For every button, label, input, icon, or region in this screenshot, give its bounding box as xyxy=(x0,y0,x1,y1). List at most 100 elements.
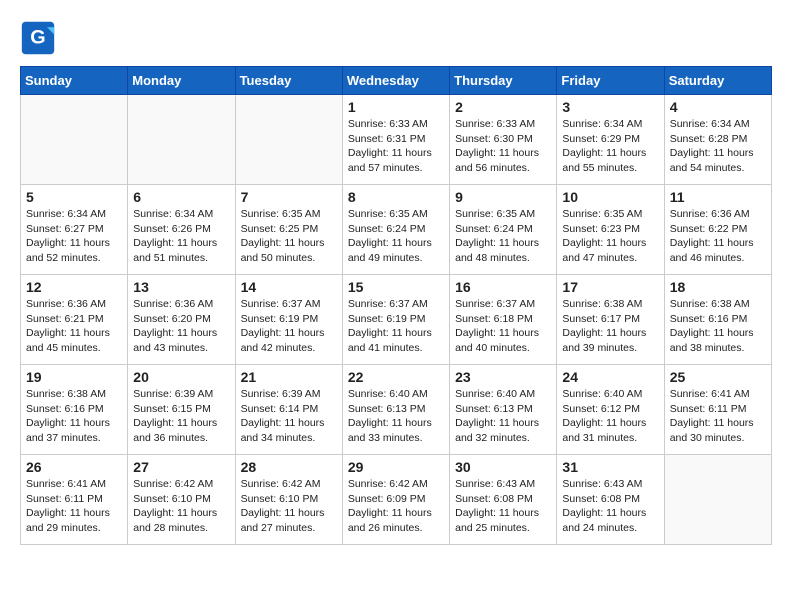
calendar-cell xyxy=(235,95,342,185)
day-number: 31 xyxy=(562,459,658,475)
cell-info: Sunrise: 6:38 AMSunset: 6:16 PMDaylight:… xyxy=(26,387,122,446)
cell-info: Sunrise: 6:40 AMSunset: 6:13 PMDaylight:… xyxy=(348,387,444,446)
calendar-week-5: 26 Sunrise: 6:41 AMSunset: 6:11 PMDayligh… xyxy=(21,455,772,545)
calendar-cell: 20 Sunrise: 6:39 AMSunset: 6:15 PMDayligh… xyxy=(128,365,235,455)
day-header-monday: Monday xyxy=(128,67,235,95)
calendar-cell: 8Sunrise: 6:35 AMSunset: 6:24 PMDaylight… xyxy=(342,185,449,275)
calendar-cell: 9Sunrise: 6:35 AMSunset: 6:24 PMDaylight… xyxy=(450,185,557,275)
day-number: 5 xyxy=(26,189,122,205)
logo: G xyxy=(20,20,60,56)
svg-text:G: G xyxy=(30,26,45,48)
day-number: 26 xyxy=(26,459,122,475)
day-number: 27 xyxy=(133,459,229,475)
cell-info: Sunrise: 6:43 AMSunset: 6:08 PMDaylight:… xyxy=(455,477,551,536)
calendar-cell xyxy=(664,455,771,545)
cell-info: Sunrise: 6:37 AMSunset: 6:18 PMDaylight:… xyxy=(455,297,551,356)
day-header-thursday: Thursday xyxy=(450,67,557,95)
calendar-cell: 21Sunrise: 6:39 AMSunset: 6:14 PMDayligh… xyxy=(235,365,342,455)
cell-info: Sunrise: 6:33 AMSunset: 6:30 PMDaylight:… xyxy=(455,117,551,176)
cell-info: Sunrise: 6:34 AMSunset: 6:26 PMDaylight:… xyxy=(133,207,229,266)
day-number: 17 xyxy=(562,279,658,295)
day-number: 22 xyxy=(348,369,444,385)
calendar-cell: 24 Sunrise: 6:40 AMSunset: 6:12 PMDayligh… xyxy=(557,365,664,455)
logo-icon: G xyxy=(20,20,56,56)
calendar-cell: 30 Sunrise: 6:43 AMSunset: 6:08 PMDayligh… xyxy=(450,455,557,545)
day-number: 13 xyxy=(133,279,229,295)
cell-info: Sunrise: 6:37 AMSunset: 6:19 PMDaylight:… xyxy=(348,297,444,356)
cell-info: Sunrise: 6:34 AMSunset: 6:29 PMDaylight:… xyxy=(562,117,658,176)
day-number: 9 xyxy=(455,189,551,205)
day-header-friday: Friday xyxy=(557,67,664,95)
day-number: 15 xyxy=(348,279,444,295)
day-number: 28 xyxy=(241,459,337,475)
day-header-saturday: Saturday xyxy=(664,67,771,95)
day-number: 29 xyxy=(348,459,444,475)
day-number: 25 xyxy=(670,369,766,385)
calendar-cell: 7Sunrise: 6:35 AMSunset: 6:25 PMDaylight… xyxy=(235,185,342,275)
calendar-cell xyxy=(21,95,128,185)
day-number: 12 xyxy=(26,279,122,295)
day-number: 1 xyxy=(348,99,444,115)
calendar-cell: 15 Sunrise: 6:37 AMSunset: 6:19 PMDayligh… xyxy=(342,275,449,365)
calendar-cell: 10 Sunrise: 6:35 AMSunset: 6:23 PMDayligh… xyxy=(557,185,664,275)
calendar-cell: 14 Sunrise: 6:37 AMSunset: 6:19 PMDayligh… xyxy=(235,275,342,365)
calendar-cell: 4 Sunrise: 6:34 AMSunset: 6:28 PMDaylight… xyxy=(664,95,771,185)
calendar-cell: 5 Sunrise: 6:34 AMSunset: 6:27 PMDaylight… xyxy=(21,185,128,275)
cell-info: Sunrise: 6:36 AMSunset: 6:22 PMDaylight:… xyxy=(670,207,766,266)
day-number: 11 xyxy=(670,189,766,205)
day-header-sunday: Sunday xyxy=(21,67,128,95)
day-number: 20 xyxy=(133,369,229,385)
calendar-cell: 29 Sunrise: 6:42 AMSunset: 6:09 PMDayligh… xyxy=(342,455,449,545)
day-number: 3 xyxy=(562,99,658,115)
cell-info: Sunrise: 6:43 AMSunset: 6:08 PMDaylight:… xyxy=(562,477,658,536)
day-number: 16 xyxy=(455,279,551,295)
cell-info: Sunrise: 6:35 AMSunset: 6:25 PMDaylight:… xyxy=(241,207,337,266)
day-number: 14 xyxy=(241,279,337,295)
cell-info: Sunrise: 6:34 AMSunset: 6:27 PMDaylight:… xyxy=(26,207,122,266)
calendar-week-1: 1 Sunrise: 6:33 AMSunset: 6:31 PMDaylight… xyxy=(21,95,772,185)
cell-info: Sunrise: 6:33 AMSunset: 6:31 PMDaylight:… xyxy=(348,117,444,176)
cell-info: Sunrise: 6:34 AMSunset: 6:28 PMDaylight:… xyxy=(670,117,766,176)
day-number: 19 xyxy=(26,369,122,385)
calendar-cell: 12 Sunrise: 6:36 AMSunset: 6:21 PMDayligh… xyxy=(21,275,128,365)
calendar-cell: 19 Sunrise: 6:38 AMSunset: 6:16 PMDayligh… xyxy=(21,365,128,455)
calendar-cell: 11 Sunrise: 6:36 AMSunset: 6:22 PMDayligh… xyxy=(664,185,771,275)
calendar-cell: 26 Sunrise: 6:41 AMSunset: 6:11 PMDayligh… xyxy=(21,455,128,545)
cell-info: Sunrise: 6:38 AMSunset: 6:17 PMDaylight:… xyxy=(562,297,658,356)
day-number: 6 xyxy=(133,189,229,205)
day-number: 24 xyxy=(562,369,658,385)
calendar-table: SundayMondayTuesdayWednesdayThursdayFrid… xyxy=(20,66,772,545)
day-number: 2 xyxy=(455,99,551,115)
calendar-cell: 3 Sunrise: 6:34 AMSunset: 6:29 PMDaylight… xyxy=(557,95,664,185)
cell-info: Sunrise: 6:39 AMSunset: 6:15 PMDaylight:… xyxy=(133,387,229,446)
calendar-week-4: 19 Sunrise: 6:38 AMSunset: 6:16 PMDayligh… xyxy=(21,365,772,455)
cell-info: Sunrise: 6:42 AMSunset: 6:10 PMDaylight:… xyxy=(241,477,337,536)
cell-info: Sunrise: 6:40 AMSunset: 6:13 PMDaylight:… xyxy=(455,387,551,446)
cell-info: Sunrise: 6:36 AMSunset: 6:20 PMDaylight:… xyxy=(133,297,229,356)
day-number: 21 xyxy=(241,369,337,385)
day-number: 30 xyxy=(455,459,551,475)
calendar-week-3: 12 Sunrise: 6:36 AMSunset: 6:21 PMDayligh… xyxy=(21,275,772,365)
cell-info: Sunrise: 6:36 AMSunset: 6:21 PMDaylight:… xyxy=(26,297,122,356)
cell-info: Sunrise: 6:42 AMSunset: 6:09 PMDaylight:… xyxy=(348,477,444,536)
cell-info: Sunrise: 6:35 AMSunset: 6:23 PMDaylight:… xyxy=(562,207,658,266)
cell-info: Sunrise: 6:37 AMSunset: 6:19 PMDaylight:… xyxy=(241,297,337,356)
calendar-cell: 28 Sunrise: 6:42 AMSunset: 6:10 PMDayligh… xyxy=(235,455,342,545)
cell-info: Sunrise: 6:40 AMSunset: 6:12 PMDaylight:… xyxy=(562,387,658,446)
calendar-cell: 16 Sunrise: 6:37 AMSunset: 6:18 PMDayligh… xyxy=(450,275,557,365)
day-number: 4 xyxy=(670,99,766,115)
calendar-cell: 25 Sunrise: 6:41 AMSunset: 6:11 PMDayligh… xyxy=(664,365,771,455)
cell-info: Sunrise: 6:42 AMSunset: 6:10 PMDaylight:… xyxy=(133,477,229,536)
day-number: 23 xyxy=(455,369,551,385)
calendar-cell: 18Sunrise: 6:38 AMSunset: 6:16 PMDayligh… xyxy=(664,275,771,365)
calendar-cell: 23 Sunrise: 6:40 AMSunset: 6:13 PMDayligh… xyxy=(450,365,557,455)
calendar-cell: 27 Sunrise: 6:42 AMSunset: 6:10 PMDayligh… xyxy=(128,455,235,545)
calendar-cell: 17 Sunrise: 6:38 AMSunset: 6:17 PMDayligh… xyxy=(557,275,664,365)
calendar-cell: 1 Sunrise: 6:33 AMSunset: 6:31 PMDaylight… xyxy=(342,95,449,185)
cell-info: Sunrise: 6:41 AMSunset: 6:11 PMDaylight:… xyxy=(670,387,766,446)
day-number: 10 xyxy=(562,189,658,205)
cell-info: Sunrise: 6:35 AMSunset: 6:24 PMDaylight:… xyxy=(348,207,444,266)
page-header: G xyxy=(20,20,772,56)
calendar-week-2: 5 Sunrise: 6:34 AMSunset: 6:27 PMDaylight… xyxy=(21,185,772,275)
cell-info: Sunrise: 6:41 AMSunset: 6:11 PMDaylight:… xyxy=(26,477,122,536)
